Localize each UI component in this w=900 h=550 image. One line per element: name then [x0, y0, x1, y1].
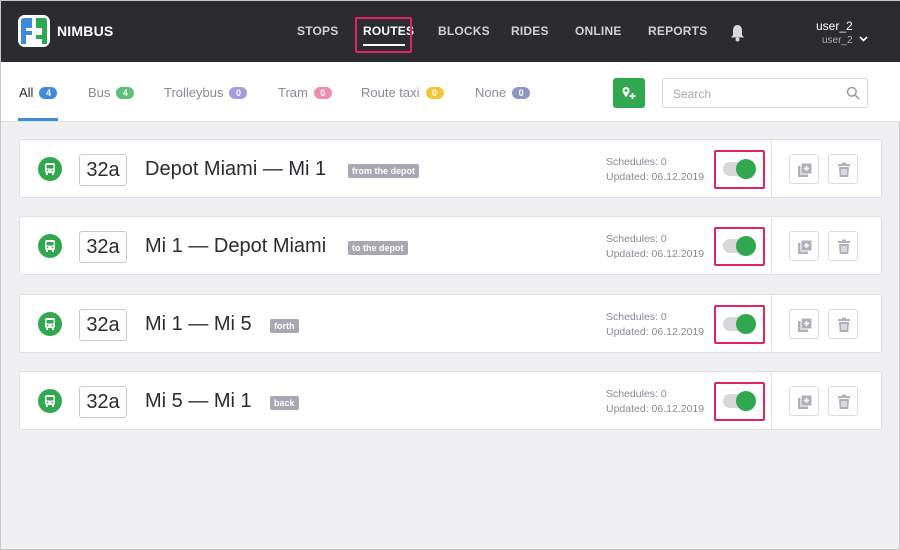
filter-tab-trolleybus[interactable]: Trolleybus 0	[164, 85, 248, 100]
trash-icon	[838, 394, 850, 409]
delete-route-button[interactable]	[828, 154, 858, 184]
route-card[interactable]: 32a Mi 5 — Mi 1 back Schedules: 0 Update…	[19, 371, 882, 430]
route-enabled-toggle[interactable]	[723, 159, 756, 179]
filter-tab-label: Bus	[88, 85, 111, 100]
route-name[interactable]: Mi 5 — Mi 1	[145, 390, 252, 413]
copy-icon	[798, 317, 813, 332]
delete-route-button[interactable]	[828, 309, 858, 339]
bus-icon	[38, 234, 62, 258]
nav-reports[interactable]: REPORTS	[648, 24, 707, 38]
top-header: NIMBUS STOPS ROUTES BLOCKS RIDES ONLINE …	[1, 1, 900, 62]
filter-tab-route-taxi[interactable]: Route taxi 0	[361, 85, 444, 100]
user-login: user_2	[822, 35, 853, 46]
copy-icon	[798, 162, 813, 177]
filter-tab-label: None	[475, 85, 507, 100]
card-divider	[771, 295, 772, 352]
add-route-button[interactable]	[613, 78, 645, 108]
filter-tab-label: Tram	[278, 85, 308, 100]
count-badge: 0	[313, 86, 332, 99]
filter-tab-all[interactable]: All 4	[19, 85, 58, 100]
route-number: 32a	[79, 309, 127, 341]
nav-stops[interactable]: STOPS	[297, 24, 338, 38]
schedules-count: Schedules: 0	[606, 233, 667, 245]
route-card[interactable]: 32a Mi 1 — Depot Miami to the depot Sche…	[19, 216, 882, 275]
updated-date: Updated: 06.12.2019	[606, 403, 705, 415]
route-enabled-toggle[interactable]	[723, 314, 756, 334]
add-route-icon	[622, 87, 636, 99]
trash-icon	[838, 317, 850, 332]
nav-blocks[interactable]: BLOCKS	[438, 24, 490, 38]
route-number: 32a	[79, 154, 127, 186]
user-name[interactable]: user_2	[816, 19, 853, 33]
nimbus-logo-icon	[18, 15, 50, 47]
trash-icon	[838, 239, 850, 254]
count-badge: 4	[116, 86, 135, 99]
updated-date: Updated: 06.12.2019	[606, 171, 705, 183]
route-card[interactable]: 32a Depot Miami — Mi 1 from the depot Sc…	[19, 139, 882, 198]
filter-tab-label: Route taxi	[361, 85, 420, 100]
filter-tab-none[interactable]: None 0	[475, 85, 531, 100]
routes-highlight-frame	[355, 17, 412, 53]
search-icon[interactable]	[846, 86, 860, 105]
route-card[interactable]: 32a Mi 1 — Mi 5 forth Schedules: 0 Updat…	[19, 294, 882, 353]
route-direction-tag: forth	[270, 319, 299, 333]
nav-online[interactable]: ONLINE	[575, 24, 622, 38]
route-direction-tag: to the depot	[348, 241, 408, 255]
search-box	[662, 78, 868, 108]
bus-icon	[38, 312, 62, 336]
copy-icon	[798, 394, 813, 409]
card-divider	[771, 140, 772, 197]
delete-route-button[interactable]	[828, 231, 858, 261]
filter-tab-bus[interactable]: Bus 4	[88, 85, 135, 100]
filter-tab-label: Trolleybus	[164, 85, 224, 100]
schedules-count: Schedules: 0	[606, 311, 667, 323]
nav-rides[interactable]: RIDES	[511, 24, 549, 38]
card-divider	[771, 372, 772, 429]
schedules-count: Schedules: 0	[606, 156, 667, 168]
route-direction-tag: from the depot	[348, 164, 419, 178]
trash-icon	[838, 162, 850, 177]
notifications-bell-icon[interactable]	[729, 24, 746, 47]
route-name[interactable]: Mi 1 — Depot Miami	[145, 235, 326, 258]
toggle-knob	[736, 236, 756, 256]
toggle-knob	[736, 391, 756, 411]
schedules-count: Schedules: 0	[606, 388, 667, 400]
count-badge: 0	[229, 86, 248, 99]
count-badge: 0	[425, 86, 444, 99]
bus-icon	[38, 157, 62, 181]
nimbus-logo[interactable]	[18, 15, 50, 47]
filter-tab-tram[interactable]: Tram 0	[278, 85, 332, 100]
route-number: 32a	[79, 386, 127, 418]
route-name[interactable]: Depot Miami — Mi 1	[145, 158, 326, 181]
count-badge: 0	[512, 86, 531, 99]
route-direction-tag: back	[270, 396, 299, 410]
filter-tab-label: All	[19, 85, 34, 100]
route-filter-bar: All 4 Bus 4 Trolleybus 0 Tram 0 Route ta…	[1, 62, 900, 122]
copy-route-button[interactable]	[789, 231, 819, 261]
delete-route-button[interactable]	[828, 386, 858, 416]
brand-name: NIMBUS	[57, 23, 114, 39]
route-name[interactable]: Mi 1 — Mi 5	[145, 313, 252, 336]
updated-date: Updated: 06.12.2019	[606, 248, 705, 260]
card-divider	[771, 217, 772, 274]
copy-icon	[798, 239, 813, 254]
count-badge: 4	[39, 86, 58, 99]
route-enabled-toggle[interactable]	[723, 236, 756, 256]
filter-active-indicator	[18, 118, 58, 121]
route-enabled-toggle[interactable]	[723, 391, 756, 411]
toggle-knob	[736, 314, 756, 334]
updated-date: Updated: 06.12.2019	[606, 326, 705, 338]
chevron-down-icon[interactable]	[859, 29, 868, 47]
bus-icon	[38, 389, 62, 413]
toggle-knob	[736, 159, 756, 179]
route-number: 32a	[79, 231, 127, 263]
copy-route-button[interactable]	[789, 309, 819, 339]
copy-route-button[interactable]	[789, 154, 819, 184]
search-input[interactable]	[673, 85, 833, 103]
copy-route-button[interactable]	[789, 386, 819, 416]
